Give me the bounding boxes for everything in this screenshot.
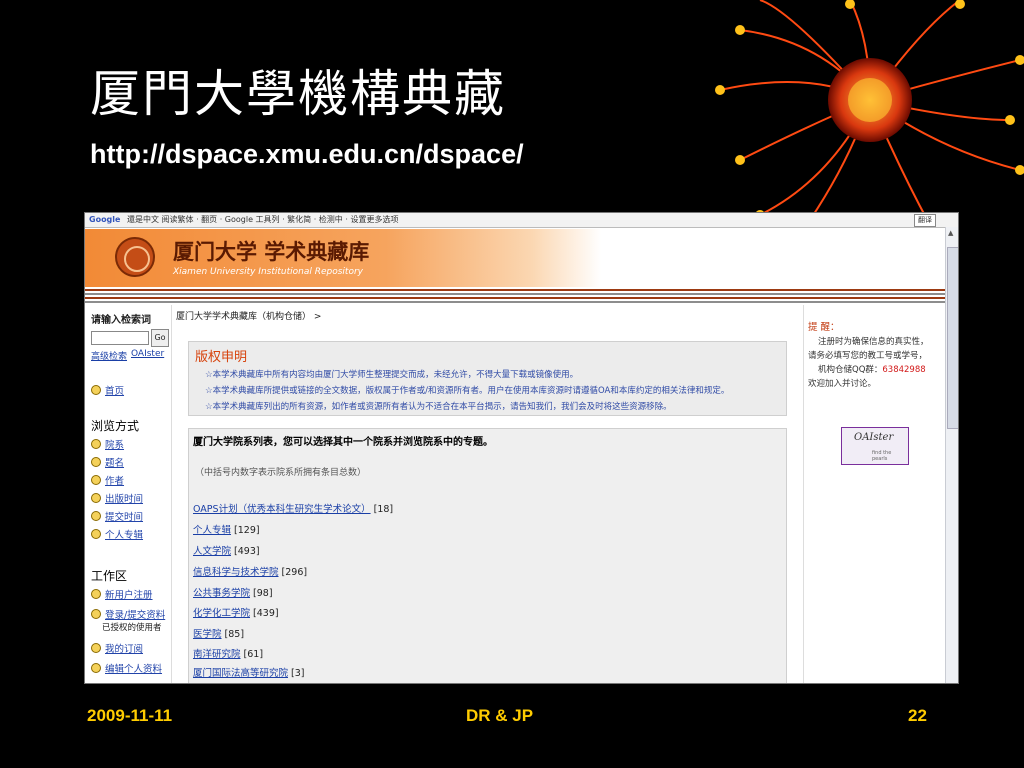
list-item[interactable]: 南洋研究院 [61] [193,646,263,660]
list-item[interactable]: 公共事务学院 [98] [193,585,273,599]
bullet-icon [91,511,101,521]
list-item[interactable]: 个人专辑 [129] [193,522,260,536]
banner-stripes [85,289,945,303]
bullet-icon [91,663,101,673]
browse-item-author[interactable]: 作者 [91,473,124,487]
welcome-text: 欢迎加入并讨论。 [808,379,877,389]
search-heading: 请输入检索词 [91,315,151,326]
work-heading: 工作区 [91,569,128,583]
browse-item-submit-date[interactable]: 提交时间 [91,509,143,523]
bullet-icon [91,643,101,653]
nav-home[interactable]: 首页 [91,383,124,397]
work-item-register[interactable]: 新用户注册 [91,587,153,601]
copyright-title: 版权申明 [195,350,248,365]
browse-item-publish-date[interactable]: 出版时间 [91,491,143,505]
list-item[interactable]: 厦门国际法高等研究院 [3] [193,665,305,679]
work-item-subscriptions[interactable]: 我的订阅 [91,641,143,655]
browse-item-departments[interactable]: 院系 [91,437,124,451]
site-banner: 厦门大学 学术典藏库 Xiamen University Institution… [85,229,945,287]
left-navigation: 请输入检索词 Go 高级检索 OAIster 首页 浏览方式 院系 题名 作者 … [85,305,172,683]
authorized-note: 已授权的使用者 [102,623,162,633]
decorative-flower-image [715,0,1024,230]
toolbar-translate-button[interactable]: 翻译 [914,214,936,227]
list-item[interactable]: 医学院 [85] [193,626,244,640]
community-list-heading: 厦门大学院系列表，您可以选择其中一个院系并浏览院系中的专题。 [193,437,493,448]
go-button[interactable]: Go [151,329,169,347]
google-logo: Google [89,215,121,224]
work-item-login-submit[interactable]: 登录/提交资料 [91,607,165,621]
bullet-icon [91,493,101,503]
bullet-icon [91,589,101,599]
community-list-subheading: （中括号内数字表示院系所拥有条目总数） [195,468,367,478]
search-input[interactable] [91,331,149,345]
university-seal-icon [115,237,155,277]
list-item[interactable]: 信息科学与技术学院 [296] [193,564,307,578]
bullet-icon [91,475,101,485]
oaister-logo[interactable]: OAIster find the pearls [841,427,909,465]
browser-screenshot: Google 還是中文 阅读繁体 · 翻页 · Google 工具列 · 繁化简… [84,212,959,684]
list-item[interactable]: 人文学院 [493] [193,543,260,557]
toolbar-text: 還是中文 阅读繁体 · 翻页 · Google 工具列 · 繁化简 · 检测中 … [127,215,399,224]
hint-title: 提 醒： [808,322,840,333]
copyright-line: ☆本学术典藏库中所有内容均由厦门大学师生整理提交而成，未经允许，不得大量下载或镜… [205,370,579,380]
bullet-icon [91,385,101,395]
bullet-icon [91,457,101,467]
list-item[interactable]: OAPS计划（优秀本科生研究生学术论文） [18] [193,501,393,515]
bullet-icon [91,529,101,539]
breadcrumb[interactable]: 厦门大学学术典藏库（机构仓储） > [176,309,321,322]
hint-line: 请务必填写您的教工号或学号， [808,351,928,361]
vertical-scrollbar[interactable]: ▲ [945,227,958,683]
right-sidebar: 提 醒： 注册时为确保信息的真实性， 请务必填写您的教工号或学号， 机构仓储QQ… [803,305,946,683]
scroll-up-icon[interactable]: ▲ [948,229,953,237]
slide-title: 厦門大學機構典藏 [90,65,506,123]
slide-url: http://dspace.xmu.edu.cn/dspace/ [90,139,524,169]
bullet-icon [91,609,101,619]
browse-heading: 浏览方式 [91,419,140,433]
footer-page-number: 22 [908,706,927,725]
browse-item-title[interactable]: 题名 [91,455,124,469]
hint-line: 注册时为确保信息的真实性， [818,337,929,347]
advanced-search-link[interactable]: 高级检索 [91,349,127,362]
footer-date: 2009-11-11 [87,706,173,725]
browse-item-personal[interactable]: 个人专辑 [91,527,143,541]
footer-authors: DR & JP [466,706,534,725]
copyright-notice: 版权申明 ☆本学术典藏库中所有内容均由厦门大学师生整理提交而成，未经允许，不得大… [188,341,787,416]
banner-title-cn: 厦门大学 学术典藏库 [173,239,370,264]
community-list: 厦门大学院系列表，您可以选择其中一个院系并浏览院系中的专题。 （中括号内数字表示… [188,428,787,683]
bullet-icon [91,439,101,449]
qq-group: 机构仓储QQ群：63842988 [818,365,926,375]
work-item-edit-profile[interactable]: 编辑个人资料 [91,661,162,675]
scrollbar-thumb[interactable] [947,247,958,429]
google-toolbar: Google 還是中文 阅读繁体 · 翻页 · Google 工具列 · 繁化简… [85,213,958,228]
list-item[interactable]: 化学化工学院 [439] [193,605,279,619]
oaister-link[interactable]: OAIster [131,349,164,359]
copyright-line: ☆本学术典藏库列出的所有资源，如作者或资源所有者认为不适合在本平台揭示，请告知我… [205,402,672,412]
banner-title-en: Xiamen University Institutional Reposito… [173,267,363,277]
copyright-line: ☆本学术典藏库所提供或链接的全文数据，版权属于作者或/和资源所有者。用户在使用本… [205,386,730,396]
